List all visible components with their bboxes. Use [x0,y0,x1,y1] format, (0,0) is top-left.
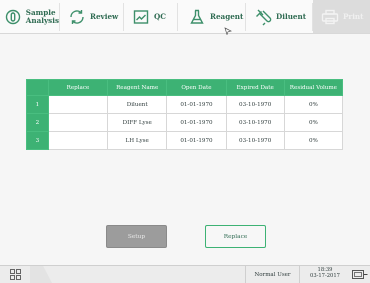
expired-date-cell: 03-10-1970 [225,113,285,132]
table-header-reagent-name: Reagent Name [107,79,168,96]
replace-cell[interactable] [47,95,109,114]
mouse-cursor-icon [224,27,232,35]
expired-date-cell: 03-10-1970 [225,95,285,114]
tab-qc-label: QC [154,12,166,21]
reagent-name-cell: LH Lyse [107,131,168,150]
table-header-residual-volume: Residual Volume [283,79,344,96]
row-index: 3 [26,131,49,150]
tab-diluent-label: Diluent [276,12,307,21]
residual-volume-cell: 0% [283,113,344,132]
tab-qc[interactable]: QC [124,3,178,31]
table-row[interactable]: 1 Diluent 01-01-1970 03-10-1970 0% [26,95,344,114]
current-user[interactable]: Normal User [245,266,300,283]
tab-reagent[interactable]: Reagent [178,3,246,31]
setup-button[interactable]: Setup [106,225,167,248]
tab-sample-analysis[interactable]: Sample Analysis [0,3,60,31]
open-date-cell: 01-01-1970 [166,95,227,114]
tab-diluent[interactable]: Diluent [246,3,313,31]
tab-sample-analysis-label-line2: Analysis [25,16,59,25]
expired-date-cell: 03-10-1970 [225,131,285,150]
status-strip [30,266,52,283]
review-icon [68,8,86,26]
qc-chart-icon [132,8,150,26]
top-toolbar: Sample Analysis Review QC Reagent Diluen… [0,0,370,35]
table-header-replace: Replace [47,79,109,96]
table-row[interactable]: 3 LH Lyse 01-01-1970 03-10-1970 0% [26,131,344,150]
replace-cell[interactable] [47,113,109,132]
lis-connection-icon[interactable] [352,270,368,280]
sample-analysis-icon [5,8,22,26]
residual-volume-cell: 0% [283,95,344,114]
replace-button[interactable]: Replace [205,225,266,248]
tab-print-label: Print [343,11,364,21]
clock-date: 03-17-2017 [310,273,340,279]
row-index: 2 [26,113,49,132]
table-row[interactable]: 2 DIFF Lyse 01-01-1970 03-10-1970 0% [26,113,344,132]
grid-icon [9,269,21,280]
reagent-table: Replace Reagent Name Open Date Expired D… [26,79,344,150]
tab-reagent-label: Reagent [210,12,244,21]
clock: 18:39 03-17-2017 [300,267,350,283]
open-date-cell: 01-01-1970 [166,113,227,132]
replace-cell[interactable] [47,131,109,150]
table-header-index [26,79,49,96]
table-header-row: Replace Reagent Name Open Date Expired D… [26,79,344,96]
reagent-name-cell: DIFF Lyse [107,113,168,132]
tab-review[interactable]: Review [60,3,124,31]
table-header-open-date: Open Date [166,79,227,96]
reagent-name-cell: Diluent [107,95,168,114]
status-bar: Normal User 18:39 03-17-2017 [0,265,370,283]
open-date-cell: 01-01-1970 [166,131,227,150]
row-index: 1 [26,95,49,114]
printer-icon [321,8,339,26]
diluent-icon [254,8,272,26]
menu-grid-button[interactable] [0,266,30,283]
table-header-expired-date: Expired Date [225,79,285,96]
flask-icon [188,8,206,26]
residual-volume-cell: 0% [283,131,344,150]
tab-review-label: Review [90,12,119,21]
tab-print[interactable]: Print [313,0,370,33]
